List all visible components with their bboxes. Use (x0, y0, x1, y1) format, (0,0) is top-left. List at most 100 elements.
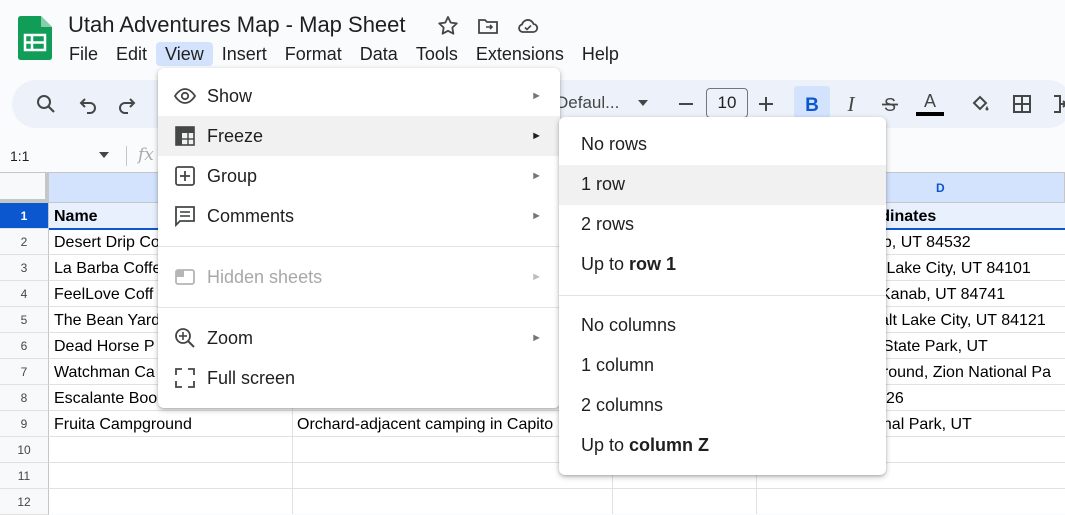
menu-bar: File Edit View Insert Format Data Tools … (60, 42, 628, 66)
cell-d7[interactable]: ground, Zion National Pa (874, 360, 1064, 386)
freeze-1-row-label: 1 row (581, 174, 626, 194)
menu-format[interactable]: Format (276, 42, 351, 66)
up-to-prefix: Up to (581, 254, 630, 274)
menu-edit[interactable]: Edit (107, 42, 156, 66)
row-header-5[interactable]: 5 (0, 307, 49, 333)
svg-text:A: A (924, 91, 936, 111)
row-header-9[interactable]: 9 (0, 411, 49, 437)
freeze-no-columns[interactable]: No columns (559, 306, 886, 346)
freeze-1-column[interactable]: 1 column (559, 346, 886, 386)
row-header-10[interactable]: 10 (0, 437, 49, 463)
cell-d8[interactable]: 26 (886, 386, 1064, 412)
cell-d1[interactable]: rdinates (874, 204, 1064, 230)
freeze-no-rows[interactable]: No rows (559, 125, 886, 165)
freeze-1-row[interactable]: 1 row (559, 165, 886, 205)
submenu-arrow-icon: ► (531, 271, 542, 283)
view-menu-full-screen-label: Full screen (207, 367, 296, 388)
menu-tools[interactable]: Tools (407, 42, 467, 66)
cell-a9[interactable]: Fruita Campground (54, 412, 288, 438)
font-size-input[interactable]: 10 (706, 88, 748, 118)
row-header-8[interactable]: 8 (0, 385, 49, 411)
view-menu-group-label: Group (207, 165, 258, 186)
borders-icon[interactable] (1010, 92, 1034, 116)
freeze-handle[interactable] (0, 173, 49, 203)
document-title[interactable]: Utah Adventures Map - Map Sheet (68, 12, 406, 38)
merge-icon[interactable] (1050, 92, 1065, 116)
fx-icon: fx (138, 145, 154, 165)
view-menu-freeze[interactable]: Freeze ► (158, 116, 560, 156)
menu-data[interactable]: Data (351, 42, 407, 66)
freeze-2-columns[interactable]: 2 columns (559, 386, 886, 426)
row-header-1[interactable]: 1 (0, 203, 49, 229)
view-menu-zoom-label: Zoom (207, 327, 254, 348)
view-menu-hidden-sheets: Hidden sheets ► (158, 257, 560, 297)
row-header-3[interactable]: 3 (0, 255, 49, 281)
italic-icon[interactable]: I (839, 92, 863, 116)
menu-file[interactable]: File (60, 42, 107, 66)
row-header-7[interactable]: 7 (0, 359, 49, 385)
view-menu-show-label: Show (207, 85, 253, 106)
hidden-sheet-icon (175, 269, 195, 285)
fill-color-icon[interactable] (968, 92, 992, 116)
submenu-arrow-icon: ► (531, 90, 542, 102)
row-header-6[interactable]: 6 (0, 333, 49, 359)
menu-view[interactable]: View (156, 42, 213, 66)
freeze-2-rows[interactable]: 2 rows (559, 205, 886, 245)
svg-text:I: I (847, 92, 856, 116)
menu-separator (559, 295, 886, 296)
star-icon[interactable] (436, 14, 460, 38)
view-menu-group[interactable]: Group ► (158, 156, 560, 196)
group-plus-icon (175, 166, 195, 186)
cell-d3[interactable]: lt Lake City, UT 84101 (874, 256, 1064, 282)
menu-extensions[interactable]: Extensions (467, 42, 573, 66)
move-to-folder-icon[interactable] (476, 14, 500, 38)
freeze-up-to-row[interactable]: Up to row 1 (559, 245, 886, 285)
cell-d5[interactable]: alt Lake City, UT 84121 (880, 308, 1064, 334)
text-color-icon[interactable]: A (914, 90, 946, 118)
redo-icon[interactable] (115, 92, 139, 116)
search-icon[interactable] (34, 92, 58, 116)
strikethrough-icon[interactable]: S (878, 92, 902, 116)
up-to-row-value: row 1 (629, 254, 677, 274)
freeze-icon (175, 126, 195, 146)
row-header-11[interactable]: 11 (0, 463, 49, 489)
view-menu-comments-label: Comments (207, 205, 295, 226)
freeze-1-column-label: 1 column (581, 355, 655, 375)
menu-separator (158, 307, 560, 308)
view-menu-comments[interactable]: Comments ► (158, 196, 560, 236)
cell-d6[interactable]: t State Park, UT (874, 334, 1064, 360)
cell-d2[interactable]: ab, UT 84532 (874, 230, 1064, 256)
up-to-prefix: Up to (581, 435, 630, 455)
submenu-arrow-icon: ► (531, 332, 542, 344)
view-menu-full-screen[interactable]: Full screen (158, 358, 560, 398)
name-box-chevron-icon[interactable] (98, 151, 110, 160)
submenu-arrow-icon: ► (531, 170, 542, 182)
view-menu-zoom[interactable]: Zoom ► (158, 318, 560, 358)
font-dropdown-chevron-icon[interactable] (636, 98, 650, 108)
row-header-2[interactable]: 2 (0, 229, 49, 255)
font-family-select[interactable]: Defaul... (556, 93, 619, 113)
freeze-up-to-column[interactable]: Up to column Z (559, 426, 886, 466)
view-menu-freeze-label: Freeze (207, 125, 264, 146)
freeze-no-rows-label: No rows (581, 134, 648, 154)
freeze-2-columns-label: 2 columns (581, 395, 664, 415)
undo-icon[interactable] (76, 92, 100, 116)
minus-icon[interactable] (674, 92, 698, 116)
cell-d9[interactable]: onal Park, UT (874, 412, 1064, 438)
freeze-up-to-row-label: Up to row 1 (581, 254, 676, 275)
cell-d4[interactable]: Kanab, UT 84741 (880, 282, 1064, 308)
plus-icon[interactable] (754, 92, 778, 116)
row-header-12[interactable]: 12 (0, 489, 49, 515)
freeze-up-to-column-label: Up to column Z (581, 435, 709, 456)
submenu-arrow-icon: ► (531, 130, 542, 142)
sheets-logo-icon[interactable] (18, 16, 52, 60)
view-menu-show[interactable]: Show ► (158, 76, 560, 116)
bold-icon: B (805, 95, 819, 116)
formula-divider (126, 146, 127, 166)
menu-help[interactable]: Help (573, 42, 628, 66)
menu-insert[interactable]: Insert (213, 42, 276, 66)
svg-text:B: B (805, 95, 819, 116)
row-header-4[interactable]: 4 (0, 281, 49, 307)
freeze-2-rows-label: 2 rows (581, 214, 635, 234)
cloud-status-icon[interactable] (516, 14, 540, 38)
